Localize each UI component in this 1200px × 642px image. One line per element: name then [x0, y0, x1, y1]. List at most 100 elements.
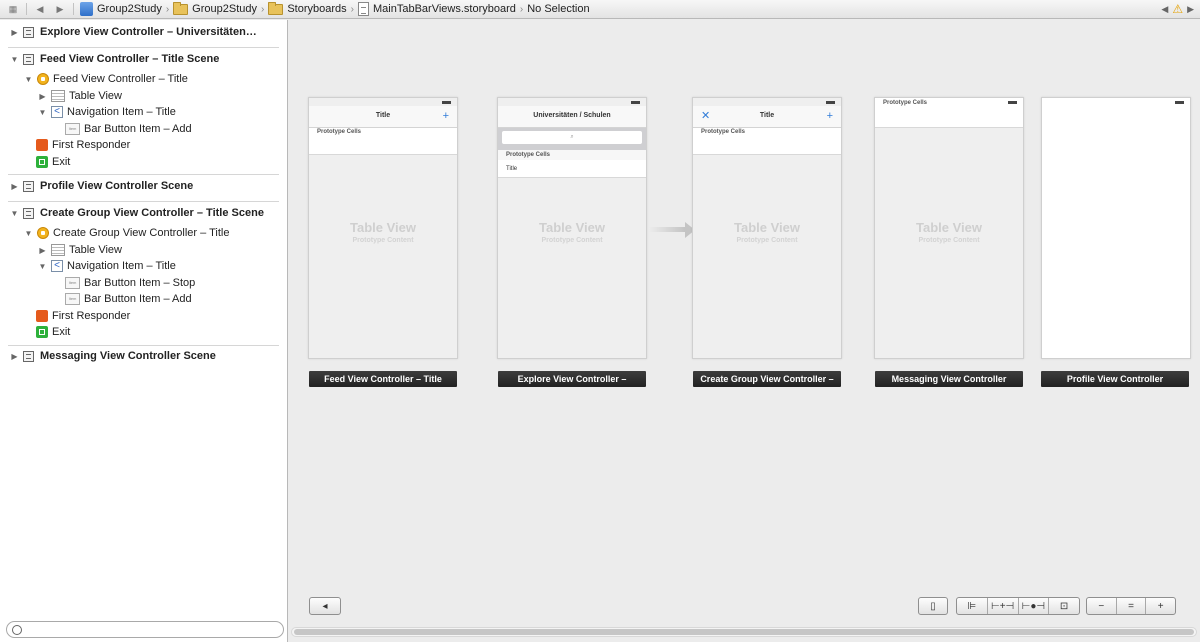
navigation-bar[interactable]: Universitäten / Schulen [498, 106, 646, 128]
status-bar [309, 98, 457, 106]
horizontal-scrollbar[interactable] [291, 627, 1197, 637]
breadcrumb-label: Storyboards [287, 3, 347, 15]
scene-messaging[interactable]: Prototype Cells Table View Prototype Con… [874, 97, 1024, 359]
outline-item-profile-scene[interactable]: ▶ Profile View Controller Scene [10, 178, 193, 194]
disclosure-triangle-icon[interactable]: ▶ [10, 28, 19, 37]
table-view-placeholder: Table View [350, 220, 416, 235]
bar-button-item-icon: Item [65, 277, 80, 289]
search-field[interactable]: ⌕ [502, 131, 642, 144]
outline-item-feed-controller[interactable]: ▼ Feed View Controller – Title [24, 71, 188, 87]
warning-icon[interactable]: ⚠ [1172, 2, 1183, 16]
outline-item-messaging-scene[interactable]: ▶ Messaging View Controller Scene [10, 348, 215, 364]
storyboard-canvas[interactable]: Title + Prototype Cells Table View Proto… [289, 20, 1200, 626]
disclosure-triangle-icon[interactable]: ▶ [10, 352, 19, 361]
outline-item-exit[interactable]: Exit [36, 154, 70, 170]
navigation-bar[interactable]: ✕ Title + [693, 106, 841, 128]
disclosure-triangle-icon[interactable]: ▼ [38, 262, 47, 271]
view-controller-icon [37, 73, 49, 85]
outline-item-table-view[interactable]: ▶ Table View [38, 88, 122, 104]
previous-issue-icon[interactable]: ◀ [1161, 4, 1168, 15]
scene-icon [23, 207, 34, 219]
align-icon[interactable]: ⊫ [957, 598, 988, 614]
scene-profile[interactable] [1041, 97, 1191, 359]
breadcrumb-label: Group2Study [192, 3, 257, 15]
disclosure-triangle-icon[interactable]: ▼ [10, 209, 19, 218]
first-responder-icon [36, 310, 48, 322]
outline-toggle-button[interactable]: ◂ [309, 597, 341, 615]
search-bar[interactable]: ⌕ [498, 128, 646, 150]
outline-item-navigation-item[interactable]: ▼ < Navigation Item – Title [38, 258, 176, 274]
disclosure-triangle-icon[interactable]: ▶ [10, 182, 19, 191]
disclosure-triangle-icon[interactable]: ▼ [24, 75, 33, 84]
breadcrumb-label: MainTabBarViews.storyboard [373, 3, 516, 15]
outline-item-create-group-scene[interactable]: ▼ Create Group View Controller – Title S… [10, 205, 264, 221]
nav-title: Title [759, 112, 775, 119]
bar-button-item-icon: Item [65, 293, 80, 305]
divider [8, 345, 279, 346]
scene-explore[interactable]: Universitäten / Schulen ⌕ Prototype Cell… [497, 97, 647, 359]
outline-label: Exit [52, 326, 71, 338]
scrollbar-thumb[interactable] [294, 629, 1194, 635]
scene-label-explore[interactable]: Explore View Controller – [498, 371, 646, 387]
breadcrumb-storyboards[interactable]: Storyboards [268, 1, 347, 15]
breadcrumb-group[interactable]: Group2Study [173, 1, 257, 15]
disclosure-triangle-icon[interactable]: ▶ [38, 92, 47, 101]
disclosure-triangle-icon[interactable]: ▼ [24, 229, 33, 238]
outline-label: Feed View Controller – Title [53, 73, 188, 85]
breadcrumb-project[interactable]: Group2Study [80, 2, 162, 16]
chevron-right-icon: › [519, 3, 524, 15]
zoom-out-icon[interactable]: − [1087, 598, 1117, 614]
breadcrumb-selection[interactable]: No Selection [527, 3, 589, 15]
scene-label-feed[interactable]: Feed View Controller – Title [309, 371, 457, 387]
next-issue-icon[interactable]: ▶ [1187, 4, 1194, 15]
battery-icon [1008, 101, 1017, 104]
outline-item-first-responder[interactable]: First Responder [36, 308, 130, 324]
stop-icon[interactable]: ✕ [701, 106, 710, 126]
scene-create-group[interactable]: ✕ Title + Prototype Cells Table View Pro… [692, 97, 842, 359]
resolve-issues-icon[interactable]: ⊢●⊣ [1019, 598, 1050, 614]
pin-icon[interactable]: ⊢+⊣ [988, 598, 1019, 614]
outline-item-table-view[interactable]: ▶ Table View [38, 242, 122, 258]
prototype-content-placeholder: Prototype Content [736, 237, 798, 244]
outline-label: First Responder [52, 139, 131, 151]
outline-item-exit[interactable]: Exit [36, 324, 70, 340]
scene-label-messaging[interactable]: Messaging View Controller [875, 371, 1023, 387]
outline-filter-field[interactable] [6, 621, 284, 638]
add-icon[interactable]: + [827, 106, 833, 126]
zoom-fit-icon[interactable]: = [1117, 598, 1147, 614]
outline-label: Feed View Controller – Title Scene [40, 53, 220, 65]
outline-item-first-responder[interactable]: First Responder [36, 137, 130, 153]
outline-item-feed-scene[interactable]: ▼ Feed View Controller – Title Scene [10, 51, 220, 67]
disclosure-triangle-icon[interactable]: ▶ [38, 246, 47, 255]
scene-label-profile[interactable]: Profile View Controller [1041, 371, 1189, 387]
status-bar [1042, 98, 1190, 106]
view-controller-icon [37, 227, 49, 239]
back-icon[interactable]: ◀ [33, 2, 47, 16]
outline-item-create-group-controller[interactable]: ▼ Create Group View Controller – Title [24, 225, 230, 241]
disclosure-triangle-icon[interactable]: ▼ [38, 108, 47, 117]
add-icon[interactable]: + [443, 106, 449, 126]
disclosure-triangle-icon[interactable]: ▼ [10, 55, 19, 64]
outline-item-bar-button-stop[interactable]: Item Bar Button Item – Stop [65, 275, 195, 291]
scene-label-create-group[interactable]: Create Group View Controller – [693, 371, 841, 387]
related-items-icon[interactable]: ▦ [6, 2, 20, 16]
resizing-icon[interactable]: ⊡ [1049, 598, 1079, 614]
forward-icon[interactable]: ▶ [53, 2, 67, 16]
scene-feed[interactable]: Title + Prototype Cells Table View Proto… [308, 97, 458, 359]
table-view-placeholder: Table View [734, 220, 800, 235]
outline-item-navigation-item[interactable]: ▼ < Navigation Item – Title [38, 104, 176, 120]
folder-icon [268, 1, 284, 15]
bar-button-item-icon: Item [65, 123, 80, 135]
battery-icon [442, 101, 451, 104]
breadcrumb-file[interactable]: MainTabBarViews.storyboard [358, 2, 516, 16]
outline-item-bar-button-add[interactable]: Item Bar Button Item – Add [65, 291, 192, 307]
storyboard-file-icon [358, 2, 369, 16]
device-size-button[interactable]: ▯ [918, 597, 948, 615]
outline-item-bar-button-add[interactable]: Item Bar Button Item – Add [65, 121, 192, 137]
navigation-bar[interactable]: Title + [309, 106, 457, 128]
outline-label: Navigation Item – Title [67, 260, 176, 272]
outline-item-explore-scene[interactable]: ▶ Explore View Controller – Universitäte… [10, 24, 256, 40]
zoom-in-icon[interactable]: + [1146, 598, 1175, 614]
table-view-icon [51, 90, 65, 102]
battery-icon [826, 101, 835, 104]
